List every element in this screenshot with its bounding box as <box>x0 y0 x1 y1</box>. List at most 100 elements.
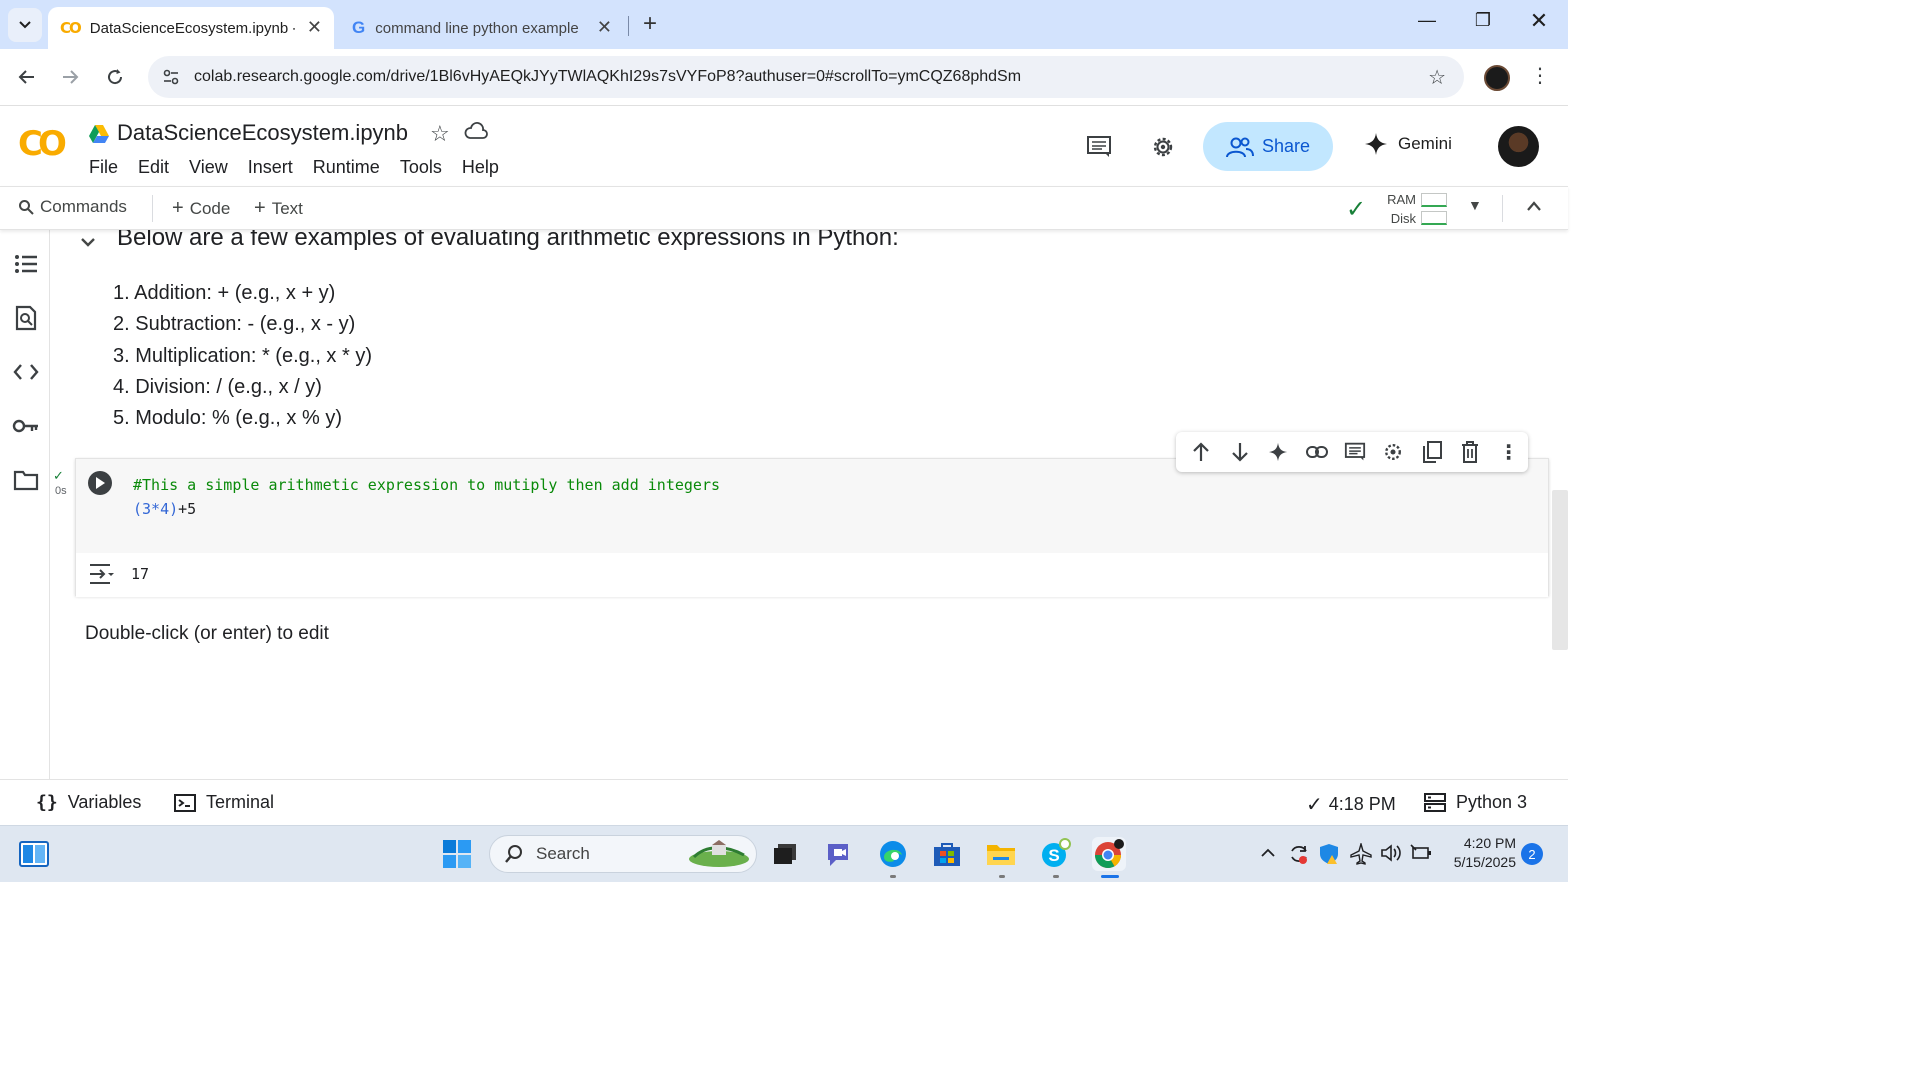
menu-tools[interactable]: Tools <box>400 157 442 178</box>
restore-button[interactable]: ❐ <box>1468 10 1498 31</box>
browser-profile-avatar[interactable] <box>1484 65 1510 91</box>
variables-label: Variables <box>67 792 142 812</box>
files-folder-icon[interactable] <box>12 466 40 494</box>
disk-meter <box>1421 211 1447 225</box>
mirror-cell-icon <box>1422 441 1442 463</box>
colab-logo[interactable]: CO <box>18 124 67 164</box>
teams-chat-icon[interactable] <box>822 837 856 871</box>
task-view-icon[interactable] <box>768 837 802 871</box>
chrome-icon[interactable] <box>1092 837 1126 871</box>
settings-button[interactable] <box>1148 132 1178 162</box>
table-of-contents-icon[interactable] <box>12 250 40 278</box>
copy-link-button[interactable] <box>1297 434 1335 470</box>
comments-button[interactable] <box>1084 132 1114 162</box>
chevron-up-icon[interactable] <box>1526 196 1542 217</box>
secrets-key-icon[interactable] <box>12 412 40 440</box>
mirror-cell-button[interactable] <box>1413 434 1451 470</box>
close-tab-icon[interactable]: ✕ <box>597 17 612 38</box>
star-notebook-icon[interactable]: ☆ <box>430 121 450 147</box>
menu-bar: File Edit View Insert Runtime Tools Help <box>89 157 519 178</box>
address-bar[interactable]: colab.research.google.com/drive/1Bl6vHyA… <box>148 56 1464 98</box>
account-avatar[interactable] <box>1498 126 1539 167</box>
code-editor[interactable]: #This a simple arithmetic expression to … <box>125 459 1548 553</box>
move-cell-down-button[interactable] <box>1220 434 1258 470</box>
browser-menu-icon[interactable]: ⋮ <box>1530 63 1550 88</box>
connected-check-icon[interactable]: ✓ <box>1346 195 1366 224</box>
widgets-icon[interactable] <box>17 837 51 871</box>
run-cell-button[interactable] <box>88 471 112 495</box>
add-comment-button[interactable] <box>1336 434 1374 470</box>
url-text: colab.research.google.com/drive/1Bl6vHyA… <box>194 68 1022 85</box>
commands-button[interactable]: Commands <box>18 197 127 217</box>
notification-badge[interactable]: 2 <box>1521 843 1543 865</box>
close-tab-icon[interactable]: ✕ <box>307 17 322 38</box>
menu-runtime[interactable]: Runtime <box>313 157 380 178</box>
bookmark-star-icon[interactable]: ☆ <box>1428 65 1446 90</box>
show-hidden-icons[interactable] <box>1260 843 1276 863</box>
text-cell-edit-hint[interactable]: Double-click (or enter) to edit <box>85 623 329 645</box>
gemini-button[interactable]: Gemini <box>1364 132 1452 156</box>
cell-output: 17 <box>76 553 1548 597</box>
list-item: 2. Subtraction: - (e.g., x - y) <box>113 313 356 336</box>
reload-button[interactable] <box>101 63 129 91</box>
share-button[interactable]: Share <box>1203 122 1333 171</box>
sync-icon[interactable] <box>1288 843 1310 870</box>
tab-search-button[interactable] <box>8 8 42 42</box>
left-sidebar <box>0 230 50 779</box>
system-clock[interactable]: 4:20 PM 5/15/2025 <box>1446 834 1516 872</box>
menu-view[interactable]: View <box>189 157 228 178</box>
last-execution-status[interactable]: ✓ 4:18 PM <box>1306 792 1396 817</box>
terminal-icon <box>174 793 196 812</box>
menu-file[interactable]: File <box>89 157 118 178</box>
delete-cell-button[interactable] <box>1451 434 1489 470</box>
find-replace-icon[interactable] <box>12 304 40 332</box>
gemini-cell-button[interactable] <box>1259 434 1297 470</box>
cloud-saved-icon[interactable] <box>464 122 488 140</box>
edge-browser-icon[interactable] <box>876 837 910 871</box>
add-text-button[interactable]: + Text <box>254 197 303 220</box>
move-cell-up-button[interactable] <box>1182 434 1220 470</box>
airplane-mode-icon[interactable] <box>1350 841 1372 870</box>
security-shield-icon[interactable] <box>1318 843 1340 870</box>
notebook-title[interactable]: DataScienceEcosystem.ipynb <box>117 120 408 146</box>
variables-button[interactable]: {} Variables <box>36 792 141 813</box>
runtime-dropdown-icon[interactable]: ▼ <box>1468 197 1482 213</box>
notebook-scrollbar[interactable] <box>1552 490 1568 650</box>
file-explorer-icon[interactable] <box>984 837 1018 871</box>
menu-edit[interactable]: Edit <box>138 157 169 178</box>
volume-icon[interactable] <box>1380 843 1402 868</box>
minimize-button[interactable]: — <box>1412 10 1442 31</box>
list-item: 4. Division: / (e.g., x / y) <box>113 375 322 398</box>
google-drive-icon[interactable] <box>88 124 110 144</box>
code-snippets-icon[interactable] <box>12 358 40 386</box>
tab-colab[interactable]: CO DataScienceEcosystem.ipynb - C ✕ <box>48 7 334 49</box>
resources-indicator[interactable]: RAM Disk <box>1386 190 1416 228</box>
cell-settings-button[interactable] <box>1374 434 1412 470</box>
output-actions-icon[interactable] <box>88 563 116 590</box>
add-code-button[interactable]: + Code <box>172 197 230 220</box>
svg-text:S: S <box>1048 846 1059 865</box>
terminal-button[interactable]: Terminal <box>174 792 274 813</box>
menu-insert[interactable]: Insert <box>248 157 293 178</box>
back-button[interactable] <box>13 63 41 91</box>
last-run-time: 4:18 PM <box>1328 794 1396 814</box>
forward-button[interactable] <box>56 63 84 91</box>
windows-start-icon[interactable] <box>440 837 474 871</box>
tab-google-search[interactable]: G command line python example ✕ <box>340 7 624 49</box>
taskbar-search[interactable]: Search <box>489 835 757 873</box>
braces-icon: {} <box>36 792 58 813</box>
battery-charging-icon[interactable] <box>1410 843 1432 868</box>
code-expression-rest: +5 <box>178 500 197 518</box>
microsoft-store-icon[interactable] <box>930 837 964 871</box>
more-actions-button[interactable]: ⋮ <box>1490 434 1528 470</box>
kernel-status[interactable]: Python 3 <box>1424 792 1527 813</box>
running-indicator <box>999 875 1005 878</box>
collapse-section-icon[interactable] <box>80 232 96 253</box>
close-window-button[interactable]: ✕ <box>1524 8 1554 34</box>
site-settings-icon[interactable] <box>160 66 182 88</box>
menu-help[interactable]: Help <box>462 157 499 178</box>
plus-icon: + <box>254 197 266 219</box>
new-tab-button[interactable]: + <box>638 10 662 38</box>
skype-icon[interactable]: S <box>1038 837 1072 871</box>
code-cell[interactable]: #This a simple arithmetic expression to … <box>75 458 1549 597</box>
